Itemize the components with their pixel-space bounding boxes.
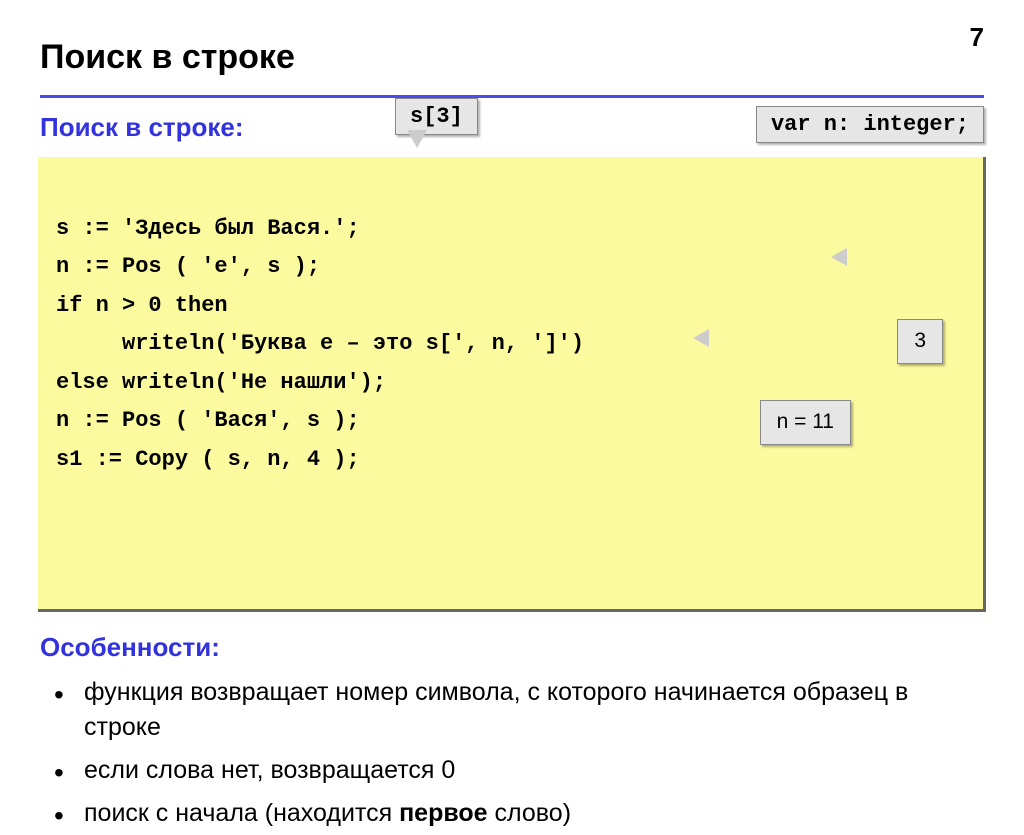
title-underline: [40, 95, 984, 98]
feature-item: если слова нет, возвращается 0: [84, 753, 984, 788]
subheading-row: Поиск в строке: s[3] var n: integer;: [0, 112, 1024, 143]
features-title: Особенности:: [40, 632, 984, 663]
subheading: Поиск в строке:: [40, 112, 244, 143]
page-title: Поиск в строке: [0, 0, 1024, 89]
callout-n11: n = 11: [707, 323, 851, 483]
page-number: 7: [970, 22, 984, 53]
code-line: if n > 0 then: [56, 287, 965, 326]
code-line: n := Pos ( 'е', s );: [56, 248, 965, 287]
callout-n11-label: n = 11: [760, 400, 851, 445]
feature-item: поиск с начала (находится первое слово): [84, 796, 984, 831]
feature-item: функция возвращает номер символа, с кото…: [84, 675, 984, 745]
callout-s3: s[3]: [395, 98, 478, 135]
code-line: s := 'Здесь был Вася.';: [56, 210, 965, 249]
callout-var-label: var n: integer;: [756, 106, 984, 143]
callout-pointer: [693, 329, 709, 347]
code-box: s := 'Здесь был Вася.';n := Pos ( 'е', s…: [38, 157, 986, 612]
feature-text-bold: первое: [399, 799, 488, 827]
callout-3-label: 3: [897, 319, 943, 364]
feature-text: слово): [488, 799, 571, 827]
feature-list: функция возвращает номер символа, с кото…: [40, 675, 984, 831]
callout-3: 3: [845, 242, 944, 402]
feature-text: поиск с начала (находится: [84, 799, 399, 827]
callout-var: var n: integer;: [756, 106, 984, 143]
callout-pointer: [407, 130, 427, 148]
features-section: Особенности: функция возвращает номер си…: [0, 612, 1024, 831]
callout-pointer: [831, 248, 847, 266]
